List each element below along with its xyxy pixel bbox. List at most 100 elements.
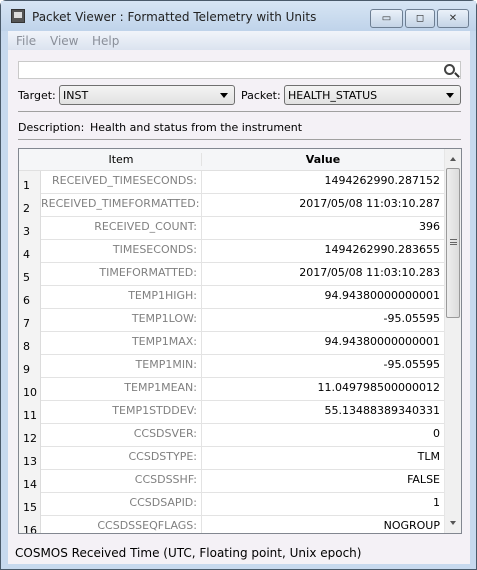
item-value[interactable]: NOGROUP: [202, 516, 444, 533]
description-label: Description:: [18, 121, 85, 134]
close-button[interactable]: ✕: [437, 9, 469, 28]
menu-bar: File View Help: [8, 31, 470, 50]
search-icon[interactable]: [444, 64, 455, 75]
item-value[interactable]: 396: [202, 217, 444, 240]
row-number: 14: [19, 470, 41, 493]
app-icon: [11, 9, 25, 23]
table-row[interactable]: 14 CCSDSSHF: FALSE: [19, 470, 444, 493]
search-input[interactable]: [18, 61, 461, 79]
item-value[interactable]: -95.05595: [202, 355, 444, 378]
table-row[interactable]: 15 CCSDSAPID: 1: [19, 493, 444, 516]
item-value[interactable]: TLM: [202, 447, 444, 470]
target-value: INST: [63, 89, 89, 102]
vertical-scrollbar[interactable]: [444, 149, 461, 533]
table-row[interactable]: 5 TIMEFORMATTED: 2017/05/08 11:03:10.283: [19, 263, 444, 286]
item-name: CCSDSVER:: [41, 424, 202, 447]
table-row[interactable]: 8 TEMP1MAX: 94.94380000000001: [19, 332, 444, 355]
table-row[interactable]: 16 CCSDSSEQFLAGS: NOGROUP: [19, 516, 444, 533]
item-value[interactable]: 94.94380000000001: [202, 286, 444, 309]
menu-view[interactable]: View: [50, 34, 78, 48]
column-header-value[interactable]: Value: [202, 153, 444, 166]
grip-icon: [450, 239, 457, 245]
row-number: 16: [19, 516, 41, 533]
packet-viewer-window: Packet Viewer : Formatted Telemetry with…: [0, 0, 477, 570]
item-value[interactable]: 2017/05/08 11:03:10.287: [202, 194, 444, 217]
table-row[interactable]: 2 RECEIVED_TIMEFORMATTED: 2017/05/08 11:03…: [19, 194, 444, 217]
row-number: 12: [19, 424, 41, 447]
item-name: RECEIVED_COUNT:: [41, 217, 202, 240]
item-value[interactable]: 94.94380000000001: [202, 332, 444, 355]
row-number: 15: [19, 493, 41, 516]
menu-help[interactable]: Help: [92, 34, 119, 48]
row-number: 3: [19, 217, 41, 240]
item-value[interactable]: 55.13488389340331: [202, 401, 444, 424]
item-value[interactable]: 11.049798500000012: [202, 378, 444, 401]
item-name: CCSDSSEQFLAGS:: [41, 516, 202, 533]
table-header: Item Value: [19, 149, 444, 171]
item-name: TEMP1LOW:: [41, 309, 202, 332]
item-value[interactable]: FALSE: [202, 470, 444, 493]
packet-value: HEALTH_STATUS: [288, 89, 378, 102]
row-number: 13: [19, 447, 41, 470]
row-number: 11: [19, 401, 41, 424]
row-number: 5: [19, 263, 41, 286]
chevron-down-icon: [220, 93, 228, 98]
table-row[interactable]: 9 TEMP1MIN: -95.05595: [19, 355, 444, 378]
telemetry-table: Item Value 1 RECEIVED_TIMESECONDS: 1494262…: [18, 148, 462, 534]
item-name: TEMP1STDDEV:: [41, 401, 202, 424]
item-name: RECEIVED_TIMEFORMATTED:: [41, 194, 202, 217]
column-header-item[interactable]: Item: [41, 153, 202, 166]
row-number: 10: [19, 378, 41, 401]
row-number: 7: [19, 309, 41, 332]
row-number: 4: [19, 240, 41, 263]
table-row[interactable]: 11 TEMP1STDDEV: 55.13488389340331: [19, 401, 444, 424]
item-name: CCSDSSHF:: [41, 470, 202, 493]
table-row[interactable]: 10 TEMP1MEAN: 11.049798500000012: [19, 378, 444, 401]
scrollbar-thumb[interactable]: [446, 168, 460, 318]
target-select[interactable]: INST: [59, 85, 235, 105]
table-row[interactable]: 13 CCSDSTYPE: TLM: [19, 447, 444, 470]
minimize-button[interactable]: ▭: [370, 9, 403, 28]
table-row[interactable]: 7 TEMP1LOW: -95.05595: [19, 309, 444, 332]
item-value[interactable]: 1: [202, 493, 444, 516]
scroll-up-arrow-icon[interactable]: [450, 157, 456, 161]
item-name: TEMP1MAX:: [41, 332, 202, 355]
table-row[interactable]: 3 RECEIVED_COUNT: 396: [19, 217, 444, 240]
item-name: CCSDSAPID:: [41, 493, 202, 516]
item-name: TIMESECONDS:: [41, 240, 202, 263]
item-value[interactable]: 1494262990.283655: [202, 240, 444, 263]
table-row[interactable]: 6 TEMP1HIGH: 94.94380000000001: [19, 286, 444, 309]
row-number: 1: [19, 171, 41, 194]
item-value[interactable]: -95.05595: [202, 309, 444, 332]
table-row[interactable]: 4 TIMESECONDS: 1494262990.283655: [19, 240, 444, 263]
item-name: CCSDSTYPE:: [41, 447, 202, 470]
item-name: RECEIVED_TIMESECONDS:: [41, 171, 202, 194]
title-bar: Packet Viewer : Formatted Telemetry with…: [1, 1, 476, 31]
table-row[interactable]: 12 CCSDSVER: 0: [19, 424, 444, 447]
divider: [18, 139, 461, 140]
item-name: TEMP1MIN:: [41, 355, 202, 378]
item-value[interactable]: 0: [202, 424, 444, 447]
description-text: Health and status from the instrument: [90, 121, 303, 134]
item-name: TEMP1MEAN:: [41, 378, 202, 401]
row-number: 8: [19, 332, 41, 355]
item-value[interactable]: 1494262990.287152: [202, 171, 444, 194]
item-value[interactable]: 2017/05/08 11:03:10.283: [202, 263, 444, 286]
row-number: 6: [19, 286, 41, 309]
client-area: File View Help Target: INST Packet: HEAL…: [8, 31, 470, 564]
packet-label: Packet:: [241, 89, 281, 102]
chevron-down-icon: [446, 93, 454, 98]
row-number: 9: [19, 355, 41, 378]
window-title: Packet Viewer : Formatted Telemetry with…: [32, 10, 317, 24]
divider: [18, 111, 461, 112]
scroll-down-arrow-icon[interactable]: [450, 521, 456, 525]
packet-select[interactable]: HEALTH_STATUS: [284, 85, 461, 105]
row-number: 2: [19, 194, 41, 217]
item-name: TIMEFORMATTED:: [41, 263, 202, 286]
target-label: Target:: [18, 89, 56, 102]
status-bar-text: COSMOS Received Time (UTC, Floating poin…: [15, 546, 362, 560]
table-row[interactable]: 1 RECEIVED_TIMESECONDS: 1494262990.287152: [19, 171, 444, 194]
menu-file[interactable]: File: [16, 34, 36, 48]
item-name: TEMP1HIGH:: [41, 286, 202, 309]
maximize-button[interactable]: ◻: [405, 9, 435, 28]
